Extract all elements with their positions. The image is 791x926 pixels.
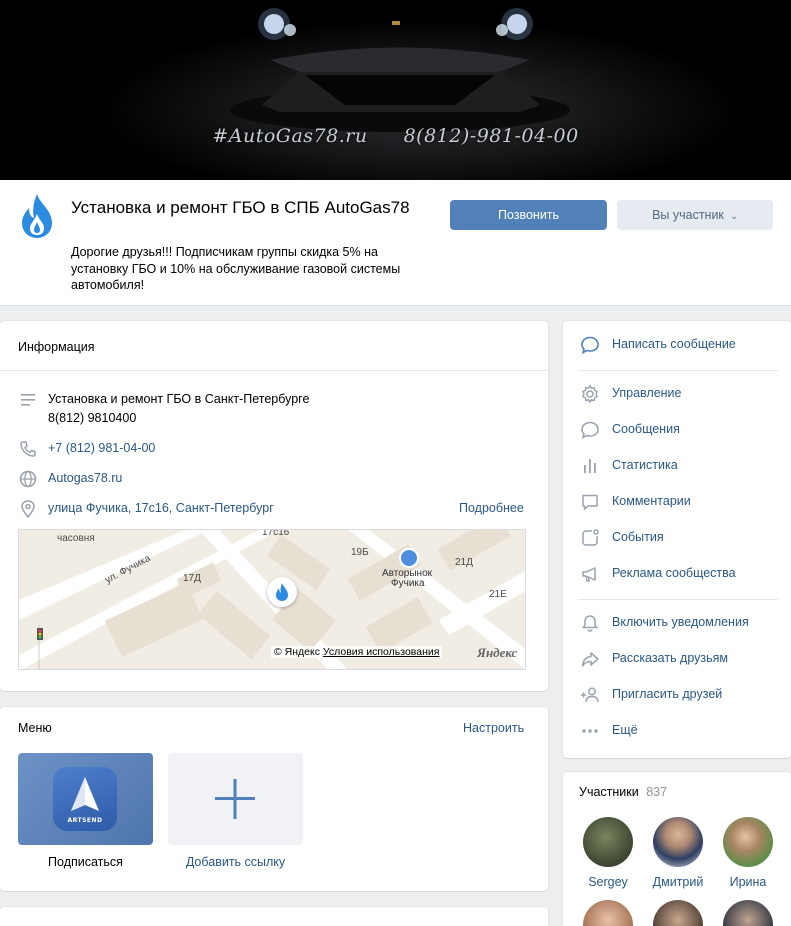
sidebar-item-label: Сообщения [612, 422, 680, 436]
map-label: 21Д [455, 557, 473, 568]
sidebar-action-label: Ещё [612, 723, 638, 737]
page-title: Установка и ремонт ГБО в СПБ AutoGas78 [71, 198, 410, 217]
enable-notifications-button[interactable]: Включить уведомления [563, 605, 791, 641]
statistics-icon [584, 459, 596, 473]
sidebar-action-label: Рассказать друзьям [612, 651, 729, 665]
member-name: Ирина [729, 875, 767, 889]
sidebar-item-manage[interactable]: Управление [563, 376, 791, 412]
events-icon [582, 529, 599, 546]
phone-link[interactable]: +7 (812) 981-04-00 [48, 439, 155, 458]
yandex-logo: Яндекс [477, 645, 518, 660]
sidebar-item-messages[interactable]: Сообщения [563, 412, 791, 448]
cover-site-text: #AutoGas78.ru [212, 125, 368, 147]
bus-poi-icon [399, 548, 419, 568]
wall-card [0, 907, 548, 926]
members-count: 837 [646, 785, 668, 799]
cover-phone-text: 8(812)-981-04-00 [403, 125, 579, 147]
divider [578, 370, 778, 371]
sidebar-item-label: Управление [612, 386, 682, 400]
sidebar-item-label: Статистика [612, 458, 678, 472]
cover-image: #AutoGas78.ru 8(812)-981-04-00 [0, 0, 791, 180]
invite-friends-button[interactable]: Пригласить друзей [563, 677, 791, 713]
message-bubble-icon [581, 336, 599, 355]
address-link[interactable]: улица Фучика, 17с16, Санкт-Петербург [48, 499, 274, 518]
address-map[interactable]: часовня ул. Фучика 17с16 19Б 21Д 17Д 21Е… [18, 529, 526, 670]
add-link-label[interactable]: Добавить ссылку [168, 855, 303, 869]
call-button[interactable]: Позвонить [450, 200, 607, 230]
chevron-down-icon: ⌄ [730, 211, 738, 221]
group-status: Дорогие друзья!!! Подписчикам группы ски… [71, 245, 401, 292]
plus-icon [215, 779, 255, 819]
map-poi-label: Фучика [391, 578, 425, 589]
sidebar-item-statistics[interactable]: Статистика [563, 448, 791, 484]
menu-item-label[interactable]: Подписаться [18, 855, 153, 869]
member-item[interactable]: Ирина [718, 817, 778, 889]
bell-icon [582, 615, 598, 632]
write-message-label: Написать сообщение [612, 337, 736, 351]
share-arrow-icon [581, 652, 599, 667]
menu-card-title: Меню [18, 721, 52, 735]
more-dots-icon [582, 729, 598, 733]
sidebar-item-label: Реклама сообщества [612, 566, 736, 580]
globe-icon [19, 470, 37, 488]
sidebar-item-label: События [612, 530, 664, 544]
website-link[interactable]: Autogas78.ru [48, 469, 122, 488]
sidebar-action-label: Включить уведомления [612, 615, 749, 629]
megaphone-icon [582, 567, 596, 582]
flame-logo-icon[interactable] [18, 192, 56, 240]
member-item[interactable]: Дмитрий [648, 817, 708, 889]
info-card-title: Информация [18, 340, 95, 354]
map-label: 17с16 [262, 529, 290, 538]
description-icon [21, 394, 35, 406]
avatar [583, 817, 633, 867]
map-label: часовня [57, 533, 95, 544]
gear-icon [581, 384, 599, 404]
divider [0, 370, 548, 371]
sidebar-item-comments[interactable]: Комментарии [563, 484, 791, 520]
map-copyright: © Яндекс [274, 646, 320, 658]
location-pin-icon [21, 500, 35, 519]
map-attribution: © Яндекс Условия использования [271, 646, 443, 658]
sidebar-item-events[interactable]: События [563, 520, 791, 556]
members-title: Участники [579, 785, 639, 799]
description-line2: 8(812) 9810400 [48, 411, 137, 425]
sidebar-action-label: Пригласить друзей [612, 687, 723, 701]
messages-icon [581, 421, 599, 439]
members-header[interactable]: Участники 837 [579, 785, 667, 799]
more-button[interactable]: Ещё [563, 713, 791, 749]
map-marker-icon [267, 577, 297, 607]
artsend-app-icon: ARTSEND [53, 767, 117, 831]
divider [578, 599, 778, 600]
more-info-link[interactable]: Подробнее [459, 499, 524, 518]
share-button[interactable]: Рассказать друзьям [563, 641, 791, 677]
map-terms-link[interactable]: Условия использования [323, 646, 440, 658]
phone-icon [20, 441, 36, 457]
add-user-icon [581, 687, 599, 703]
menu-item-subscribe[interactable]: ARTSEND [18, 753, 153, 845]
avatar [653, 817, 703, 867]
sidebar-item-label: Комментарии [612, 494, 691, 508]
sidebar-item-ads[interactable]: Реклама сообщества [563, 556, 791, 592]
member-button-label: Вы участник [652, 208, 724, 222]
map-label: 21Е [489, 589, 507, 600]
description-line1: Установка и ремонт ГБО в Санкт-Петербург… [48, 392, 310, 406]
add-link-tile[interactable] [168, 753, 303, 845]
comments-icon [582, 494, 598, 510]
map-label: 17Д [183, 573, 201, 584]
member-item[interactable]: Sergey [578, 817, 638, 889]
map-label: 19Б [351, 547, 369, 558]
artsend-logo-text: ARTSEND [67, 817, 103, 824]
write-message-button[interactable]: Написать сообщение [563, 327, 791, 363]
member-name: Sergey [588, 875, 628, 889]
member-dropdown-button[interactable]: Вы участник ⌄ [617, 200, 773, 230]
member-name: Дмитрий [652, 875, 704, 889]
configure-menu-link[interactable]: Настроить [463, 721, 524, 735]
avatar [723, 817, 773, 867]
